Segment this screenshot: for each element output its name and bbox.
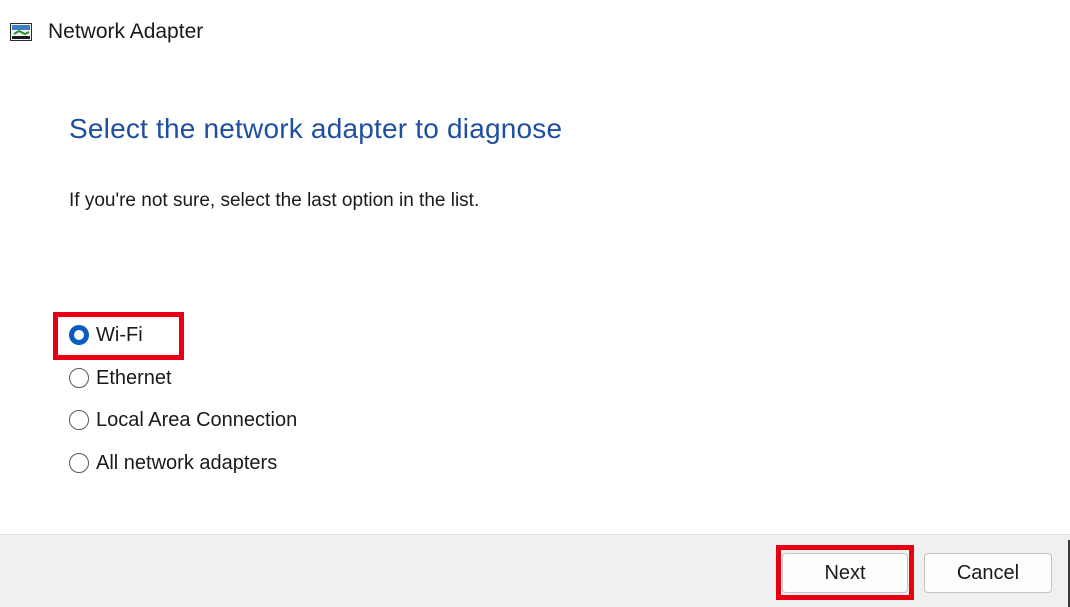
adapter-option-ethernet[interactable]: Ethernet: [69, 363, 172, 393]
radio-button-checked[interactable]: [69, 325, 89, 345]
adapter-option-label: Ethernet: [96, 366, 172, 389]
adapter-option-local-area-connection[interactable]: Local Area Connection: [69, 405, 297, 435]
adapter-option-label: Local Area Connection: [96, 408, 298, 431]
radio-button[interactable]: [69, 453, 89, 473]
adapter-option-wifi[interactable]: Wi-Fi: [69, 320, 143, 350]
window-title: Network Adapter: [48, 20, 204, 43]
dialog-footer: Next Cancel: [0, 534, 1070, 607]
next-button[interactable]: Next: [782, 553, 908, 593]
cancel-button[interactable]: Cancel: [924, 553, 1052, 593]
adapter-option-all-network-adapters[interactable]: All network adapters: [69, 448, 277, 478]
adapter-option-label: Wi-Fi: [96, 323, 143, 346]
network-adapter-window: Network Adapter Select the network adapt…: [0, 0, 1070, 607]
network-troubleshooter-icon: [10, 23, 32, 41]
title-bar: Network Adapter: [0, 0, 1070, 66]
adapter-option-label: All network adapters: [96, 451, 278, 474]
page-heading: Select the network adapter to diagnose: [69, 113, 563, 144]
page-subtitle: If you're not sure, select the last opti…: [69, 190, 480, 211]
radio-button[interactable]: [69, 368, 89, 388]
radio-button[interactable]: [69, 410, 89, 430]
